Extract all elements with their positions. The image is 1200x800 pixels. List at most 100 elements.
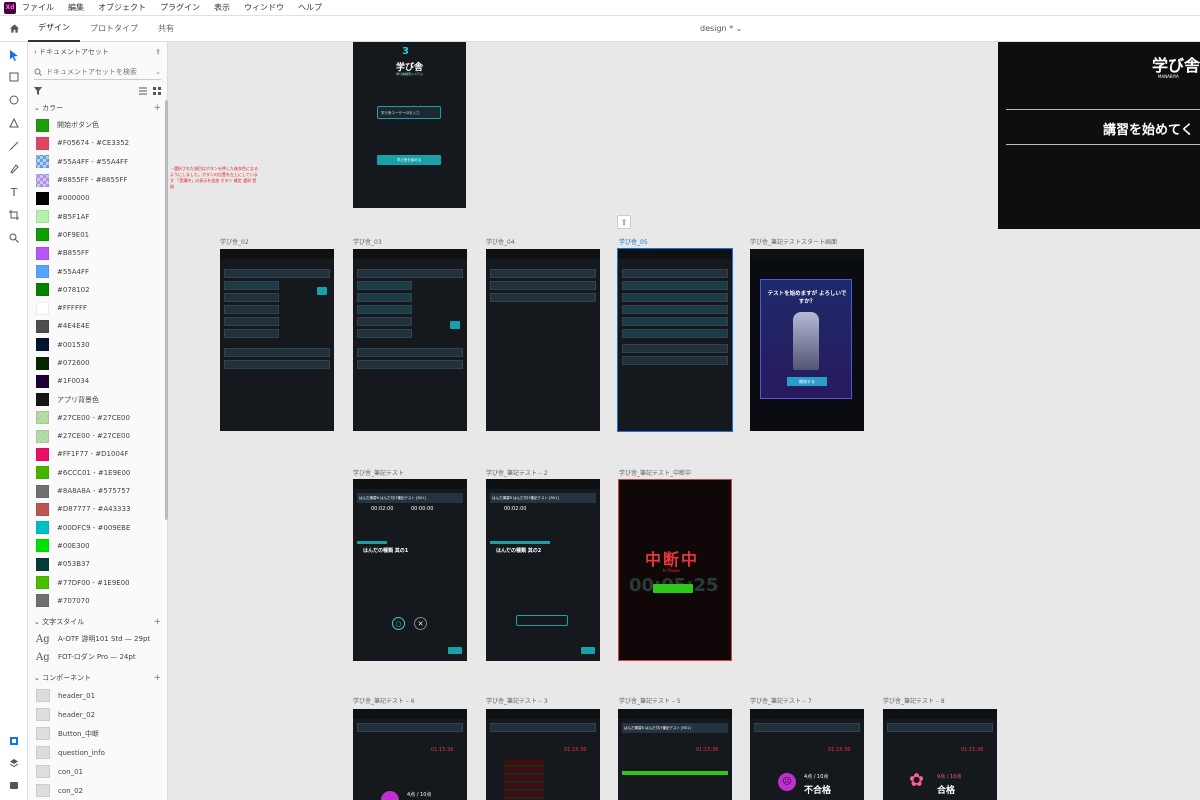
menu-view[interactable]: 表示 — [214, 2, 230, 13]
color-asset-row[interactable]: #4E4E4E — [28, 317, 167, 335]
label-ab-pause[interactable]: 学び舎_筆記テスト_中断中 — [619, 468, 691, 477]
color-asset-row[interactable]: #001530 — [28, 336, 167, 354]
color-asset-row[interactable]: #053B37 — [28, 555, 167, 573]
label-ab-test2[interactable]: 学び舎_筆記テスト – 2 — [486, 468, 548, 477]
artboard-result-6[interactable]: 01:15:36 4点 / 10点 — [353, 709, 467, 800]
menu-object[interactable]: オブジェクト — [98, 2, 146, 13]
component-row[interactable]: con_01 — [28, 762, 167, 781]
share-icon[interactable]: ⇪ — [155, 48, 161, 56]
tab-share[interactable]: 共有 — [148, 16, 184, 42]
artboard-hero[interactable]: 学び舎 MANABIYA 講習を始めてく — [998, 42, 1200, 229]
menu-window[interactable]: ウィンドウ — [244, 2, 284, 13]
label-ab03[interactable]: 学び舎_03 — [353, 237, 382, 246]
line-tool[interactable] — [7, 139, 21, 153]
color-asset-row[interactable]: #B5F1AF — [28, 207, 167, 225]
menu-edit[interactable]: 編集 — [68, 2, 84, 13]
label-ab-start[interactable]: 学び舎_筆記テストスタート画面 — [750, 237, 837, 246]
label-ab-r8[interactable]: 学び舎_筆記テスト – 8 — [883, 696, 945, 705]
color-asset-row[interactable]: #F05674 - #CE3352 — [28, 134, 167, 152]
home-button[interactable] — [0, 16, 28, 42]
label-ab-r6[interactable]: 学び舎_筆記テスト – 6 — [353, 696, 415, 705]
component-row[interactable]: header_02 — [28, 705, 167, 724]
color-asset-row[interactable]: #55A4FF — [28, 262, 167, 280]
artboard-02[interactable] — [220, 249, 334, 431]
artboard-result-5[interactable]: はんだ講習B はんだ付け筆記テスト [R01] 01:15:36 — [618, 709, 732, 800]
text-tool[interactable]: T — [7, 185, 21, 199]
color-asset-row[interactable]: #27CE00 - #27CE00 — [28, 427, 167, 445]
menu-help[interactable]: ヘルプ — [298, 2, 322, 13]
hero-start-button[interactable]: 講習を始めてく — [1103, 119, 1194, 138]
select-tool[interactable] — [7, 48, 21, 62]
artboard-result-7[interactable]: 01:15:36 ☹ 4点 / 10点 不合格 — [750, 709, 864, 800]
polygon-tool[interactable] — [7, 116, 21, 130]
grid-view-icon[interactable] — [153, 87, 161, 95]
document-title[interactable]: design * ⌄ — [700, 24, 742, 33]
color-asset-row[interactable]: #6CCC01 - #1E9E00 — [28, 464, 167, 482]
color-asset-row[interactable]: #8A8A8A - #575757 — [28, 482, 167, 500]
component-row[interactable]: question_info — [28, 743, 167, 762]
color-asset-row[interactable]: 開始ボタン色 — [28, 116, 167, 134]
add-component-icon[interactable]: + — [153, 673, 161, 683]
label-ab02[interactable]: 学び舎_02 — [220, 237, 249, 246]
rectangle-tool[interactable] — [7, 70, 21, 84]
color-asset-row[interactable]: #072600 — [28, 354, 167, 372]
label-ab-test1[interactable]: 学び舎_筆記テスト — [353, 468, 404, 477]
add-char-style-icon[interactable]: + — [153, 617, 161, 627]
color-asset-row[interactable]: #55A4FF - #55A4FF — [28, 153, 167, 171]
splash-id-input[interactable]: 学び舎ユーザーIDを入力 — [377, 106, 441, 119]
artboard-03[interactable] — [353, 249, 467, 431]
color-asset-row[interactable]: アプリ背景色 — [28, 390, 167, 408]
artboard-05-selected[interactable] — [617, 248, 733, 432]
color-asset-row[interactable]: #8855FF - #8855FF — [28, 171, 167, 189]
label-ab-r3[interactable]: 学び舎_筆記テスト – 3 — [486, 696, 548, 705]
assets-panel-tool[interactable] — [7, 734, 21, 748]
color-asset-row[interactable]: #27CE00 - #27CE00 — [28, 409, 167, 427]
ellipse-tool[interactable] — [7, 93, 21, 107]
zoom-tool[interactable] — [7, 231, 21, 245]
color-asset-row[interactable]: #0F9E01 — [28, 226, 167, 244]
artboard-test-start[interactable]: テストを始めますが よろしいですか？ 開始する — [750, 249, 864, 431]
artboard-result-3[interactable]: 01:15:36 — [486, 709, 600, 800]
answer-true-button[interactable]: ○ — [392, 617, 405, 630]
layers-tool[interactable] — [7, 756, 21, 770]
artboard-test2[interactable]: はんだ講習B はんだ付け筆記テスト [R01] 00:02:00 はんだの種類 … — [486, 479, 600, 661]
label-ab-r5[interactable]: 学び舎_筆記テスト – 5 — [619, 696, 681, 705]
add-color-icon[interactable]: + — [153, 103, 161, 113]
label-ab05[interactable]: 学び舎_05 — [619, 237, 648, 246]
pen-tool[interactable] — [7, 162, 21, 176]
artboard-test1[interactable]: はんだ講習B はんだ付け筆記テスト [R01] 00:02:00 00:00:0… — [353, 479, 467, 661]
color-asset-row[interactable]: #FF1F77 - #D1004F — [28, 445, 167, 463]
artboard-result-8[interactable]: 01:15:36 ✿ 9点 / 10点 合格 — [883, 709, 997, 800]
color-asset-row[interactable]: #000000 — [28, 189, 167, 207]
artboard-splash[interactable]: 3 学び舎 学び舎講習システム 学び舎ユーザーIDを入力 学び舎を始める — [353, 42, 466, 208]
color-asset-row[interactable]: #078102 — [28, 281, 167, 299]
color-asset-row[interactable]: #00DFC9 - #009EBE — [28, 519, 167, 537]
color-asset-row[interactable]: #1F0034 — [28, 372, 167, 390]
label-ab-r7[interactable]: 学び舎_筆記テスト – 7 — [750, 696, 812, 705]
component-row[interactable]: con_02 — [28, 781, 167, 800]
artboard-pause[interactable]: 中断中 In Pause 00:05:25 — [618, 479, 732, 661]
menu-file[interactable]: ファイル — [22, 2, 54, 13]
char-style-row[interactable]: Ag FOT-ロダン Pro — 24pt — [28, 648, 167, 666]
color-asset-row[interactable]: #707070 — [28, 592, 167, 610]
colors-section-header[interactable]: ⌄ カラー + — [28, 100, 167, 116]
answer-button[interactable] — [516, 615, 568, 626]
color-asset-row[interactable]: #77DF00 - #1E9E00 — [28, 573, 167, 591]
color-asset-row[interactable]: #00E300 — [28, 537, 167, 555]
resume-button[interactable] — [653, 584, 693, 593]
asset-search-field[interactable]: ドキュメントアセットを検索 ⌄ — [34, 64, 161, 80]
tab-design[interactable]: デザイン — [28, 16, 80, 42]
color-asset-row[interactable]: #D87777 - #A43333 — [28, 500, 167, 518]
color-asset-row[interactable]: #FFFFFF — [28, 299, 167, 317]
component-row[interactable]: header_01 — [28, 686, 167, 705]
back-chevron-icon[interactable]: ‹ — [34, 48, 37, 56]
menu-plugins[interactable]: プラグイン — [160, 2, 200, 13]
splash-start-button[interactable]: 学び舎を始める — [377, 155, 441, 165]
plugins-tool[interactable] — [7, 778, 21, 792]
tab-prototype[interactable]: プロトタイプ — [80, 16, 148, 42]
answer-false-button[interactable]: ✕ — [414, 617, 427, 630]
list-view-icon[interactable] — [139, 87, 147, 95]
label-ab04[interactable]: 学び舎_04 — [486, 237, 515, 246]
design-canvas[interactable]: 3 学び舎 学び舎講習システム 学び舎ユーザーIDを入力 学び舎を始める ・選択… — [168, 42, 1200, 800]
component-row[interactable]: Button_中断 — [28, 724, 167, 743]
